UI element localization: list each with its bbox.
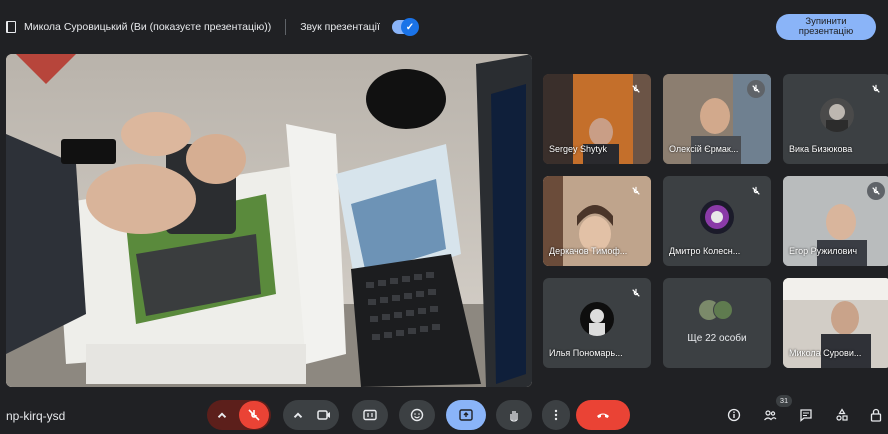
present-icon — [459, 409, 473, 421]
participant-name: Олексій Єрмак... — [669, 144, 739, 154]
mic-off-icon — [248, 409, 260, 421]
info-icon — [727, 408, 741, 422]
mic-options-chevron-icon[interactable] — [215, 408, 229, 422]
participant-name: Sergey Shytyk — [549, 144, 608, 154]
presenting-bar: Микола Суровицький (Ви (показуєте презен… — [0, 8, 888, 46]
participant-name: Микола Сурови... — [789, 348, 862, 358]
participant-tile[interactable]: Sergey Shytyk — [543, 74, 651, 164]
activities-icon — [836, 408, 848, 421]
avatar — [700, 200, 734, 234]
mic-off-icon — [867, 80, 885, 98]
mic-off-icon — [747, 182, 765, 200]
mic-control-group — [207, 400, 271, 430]
raise-hand-icon — [510, 411, 518, 422]
presenter-text: Микола Суровицький (Ви (показуєте презен… — [24, 21, 272, 33]
emoji-icon — [410, 408, 424, 422]
meet-window: Микола Суровицький (Ви (показуєте презен… — [0, 0, 888, 434]
participant-tile[interactable]: Деркачов Тимоф... — [543, 176, 651, 266]
presentation-sound-toggle[interactable]: ✓ — [391, 18, 419, 36]
avatar — [820, 98, 854, 132]
camera-toggle-button[interactable] — [317, 408, 331, 427]
camera-options-chevron-icon[interactable] — [291, 408, 305, 422]
people-button[interactable] — [758, 403, 782, 427]
mic-off-icon — [627, 284, 645, 302]
participant-tile[interactable]: Вика Бизюкова — [783, 74, 888, 164]
avatar — [713, 300, 733, 320]
stop-presenting-button[interactable]: Зупинити презентацію — [776, 14, 876, 40]
participant-name: Деркачов Тимоф... — [549, 246, 628, 256]
present-now-button[interactable] — [446, 400, 486, 430]
leave-call-button[interactable] — [576, 400, 630, 430]
stacked-avatars — [699, 300, 735, 320]
chat-icon — [800, 409, 812, 422]
more-options-icon — [554, 409, 558, 421]
more-participants-tile[interactable]: Ще 22 особи — [663, 278, 771, 368]
activities-button[interactable] — [830, 403, 854, 427]
people-icon — [764, 410, 777, 421]
participant-tile[interactable]: Олексій Єрмак... — [663, 74, 771, 164]
participant-name: Илья Пономарь... — [549, 348, 623, 358]
check-icon: ✓ — [400, 18, 419, 36]
participant-tile[interactable]: Дмитро Колесн... — [663, 176, 771, 266]
participant-tile[interactable]: Микола Сурови... — [783, 278, 888, 368]
participant-name: Вика Бизюкова — [789, 144, 853, 154]
camera-icon — [317, 410, 330, 420]
captions-button[interactable] — [352, 400, 388, 430]
more-options-button[interactable] — [542, 400, 570, 430]
participant-tile[interactable]: Егор Ружилович — [783, 176, 888, 266]
meeting-details-button[interactable] — [722, 403, 746, 427]
raise-hand-button[interactable] — [496, 400, 532, 430]
camera-control-group — [283, 400, 339, 430]
meeting-code: np-kirq-ysd — [6, 409, 66, 423]
participant-name: Дмитро Колесн... — [669, 246, 741, 256]
participant-name: Егор Ружилович — [789, 246, 858, 256]
mic-off-icon — [747, 80, 765, 98]
reactions-button[interactable] — [399, 400, 435, 430]
host-controls-icon — [870, 408, 882, 422]
sound-label: Звук презентації — [300, 21, 380, 33]
host-controls-button[interactable] — [864, 403, 888, 427]
divider — [285, 19, 287, 35]
mic-off-icon — [627, 80, 645, 98]
mic-off-icon — [627, 182, 645, 200]
presenting-icon — [6, 21, 16, 33]
more-participants-label: Ще 22 особи — [687, 333, 747, 344]
chat-button[interactable] — [794, 403, 818, 427]
captions-icon — [363, 409, 377, 421]
presenting-status: Микола Суровицький (Ви (показуєте презен… — [0, 18, 419, 36]
participant-tile[interactable]: Илья Пономарь... — [543, 278, 651, 368]
presentation-video — [6, 54, 532, 387]
bottom-control-bar: np-kirq-ysd 31 — [0, 394, 888, 434]
end-call-icon — [597, 413, 609, 418]
mic-toggle-button[interactable] — [239, 401, 269, 429]
mic-off-icon — [867, 182, 885, 200]
stop-label-line2: презентацію — [798, 26, 854, 37]
avatar — [580, 302, 614, 336]
